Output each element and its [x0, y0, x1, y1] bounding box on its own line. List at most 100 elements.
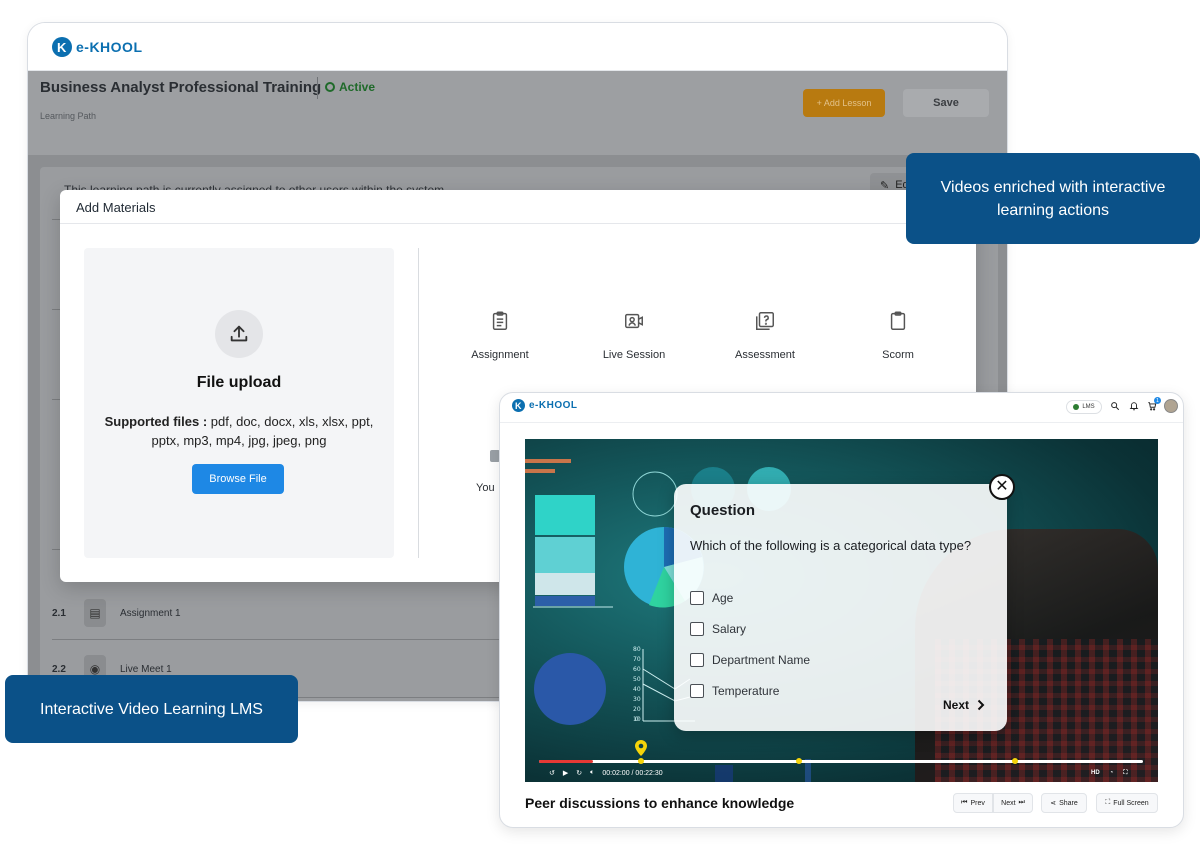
course-subtitle: Learning Path [40, 111, 97, 121]
svg-text:70: 70 [633, 656, 641, 663]
back-header: K e-KHOOL [28, 23, 1007, 71]
file-upload-dropzone[interactable]: File upload Supported files : pdf, doc, … [84, 248, 394, 558]
logo-text: e-KHOOL [76, 39, 143, 55]
cart-count-badge: 1 [1154, 397, 1161, 404]
quiz-option[interactable]: Department Name [690, 653, 810, 667]
status-badge: Active [325, 80, 375, 94]
search-icon[interactable] [1110, 401, 1120, 411]
quiz-popup: Question Which of the following is a cat… [674, 484, 1007, 731]
skip-back-icon: ⏮ [961, 799, 968, 806]
svg-text:50: 50 [633, 676, 641, 683]
svg-text:30: 30 [633, 696, 641, 703]
lesson-number: 2.2 [52, 663, 66, 675]
upload-icon [215, 310, 263, 358]
bell-icon[interactable] [1129, 401, 1139, 411]
player-controls-right: HD ◔ ⛶ [1091, 767, 1128, 779]
shield-icon [1073, 404, 1080, 410]
video-player-window: K e-KHOOL LMS 1 80 70 60 50 40 30 20 10 … [499, 392, 1184, 828]
option-label: Live Session [602, 349, 666, 361]
share-icon: ⋖ [1050, 800, 1057, 807]
progress-bar[interactable] [539, 760, 1143, 763]
lesson-row[interactable]: 2.1 ▤ Assignment 1 [52, 593, 181, 633]
interaction-marker[interactable] [796, 758, 802, 764]
lesson-number: 2.1 [52, 607, 66, 619]
material-option-youtube-partial[interactable]: You [476, 482, 495, 494]
svg-text:20: 20 [633, 706, 641, 713]
save-button[interactable]: Save [903, 89, 989, 117]
prev-label: Prev [970, 799, 985, 807]
next-label: Next [1001, 799, 1016, 807]
volume-icon[interactable]: 🔈︎ [590, 769, 594, 777]
quiz-question: Which of the following is a categorical … [690, 538, 972, 553]
option-label: Assessment [735, 349, 795, 361]
rewind-icon[interactable]: ↺ [549, 769, 555, 777]
option-label: Department Name [712, 653, 811, 667]
quiz-option[interactable]: Age [690, 591, 733, 605]
fullscreen-icon[interactable]: ⛶ [1123, 770, 1127, 777]
checkbox[interactable] [690, 653, 704, 667]
svg-text:60: 60 [633, 666, 641, 673]
location-pin-icon[interactable] [635, 740, 647, 756]
clipboard-list-icon [492, 311, 508, 330]
status-text: Active [339, 80, 376, 94]
browse-file-button[interactable]: Browse File [192, 464, 284, 494]
chevron-right-icon [977, 699, 985, 711]
ekhool-logo[interactable]: K e-KHOOL [52, 37, 983, 57]
modal-title: Add Materials [60, 190, 976, 224]
interaction-marker[interactable] [638, 758, 644, 764]
play-icon[interactable]: ▶ [563, 769, 568, 777]
quiz-option[interactable]: Temperature [690, 684, 779, 698]
upload-title: File upload [196, 374, 282, 391]
checkbox[interactable] [690, 684, 704, 698]
modal-divider [418, 248, 419, 558]
share-button[interactable]: ⋖ Share [1041, 793, 1087, 813]
add-lesson-button[interactable]: + Add Lesson [803, 89, 885, 117]
material-option-scorm[interactable]: Scorm [843, 310, 953, 361]
avatar[interactable] [1164, 399, 1178, 413]
speed-icon[interactable]: ◔ [1110, 770, 1114, 776]
material-option-assignment[interactable]: Assignment [445, 310, 555, 361]
lms-label: LMS [1082, 404, 1095, 410]
quality-badge[interactable]: HD [1091, 770, 1100, 776]
callout-interactive-lms: Interactive Video Learning LMS [5, 675, 298, 743]
option-label: Age [712, 591, 734, 605]
next-label: Next [943, 698, 970, 712]
progress-fill [539, 760, 594, 763]
forward-icon[interactable]: ↻ [576, 769, 582, 777]
lesson-name: Assignment 1 [120, 607, 181, 619]
course-bar: Business Analyst Professional Training A… [28, 71, 1007, 155]
quiz-title: Question [690, 502, 756, 519]
course-title: Business Analyst Professional Training [40, 79, 322, 96]
checkbox[interactable] [690, 591, 704, 605]
material-option-assessment[interactable]: Assessment [710, 310, 820, 361]
video-player[interactable]: 80 70 60 50 40 30 20 10 0 Question Which of th… [525, 439, 1158, 782]
row-divider [52, 639, 512, 640]
next-button[interactable]: Next ⏭ [993, 793, 1033, 813]
question-stack-icon [756, 312, 774, 330]
video-person-icon [625, 313, 643, 329]
svg-text:80: 80 [633, 646, 641, 653]
callout-text: Videos enriched with interactive learnin… [940, 178, 1166, 219]
assignment-icon: ▤ [84, 599, 106, 627]
checkbox[interactable] [690, 622, 704, 636]
logo-mark-icon: K [52, 37, 72, 57]
material-option-live-session[interactable]: Live Session [579, 310, 689, 361]
fullscreen-label: Full Screen [1113, 799, 1149, 807]
close-icon: ✕ [995, 478, 1009, 495]
prev-button[interactable]: ⏮ Prev [953, 793, 993, 813]
lms-switcher[interactable]: LMS [1066, 400, 1102, 414]
quiz-next-button[interactable]: Next [943, 698, 985, 712]
full-screen-button[interactable]: ⛶ Full Screen [1096, 793, 1158, 813]
expand-icon: ⛶ [1105, 799, 1111, 806]
option-label: Temperature [712, 684, 780, 698]
quiz-option[interactable]: Salary [690, 622, 746, 636]
supported-files: Supported files : pdf, doc, docx, xls, x… [104, 412, 374, 450]
callout-text: Interactive Video Learning LMS [40, 700, 263, 718]
option-label: Assignment [471, 349, 529, 361]
video-title: Peer discussions to enhance knowledge [525, 795, 795, 811]
close-button[interactable]: ✕ [989, 474, 1015, 500]
logo-text: e-KHOOL [529, 400, 578, 411]
interaction-marker[interactable] [1012, 758, 1018, 764]
callout-interactive-actions: Videos enriched with interactive learnin… [906, 153, 1200, 244]
player-controls-left: ↺ ▶ ↻ 🔈︎ 00:02:00 / 00:22:30 [549, 767, 663, 779]
